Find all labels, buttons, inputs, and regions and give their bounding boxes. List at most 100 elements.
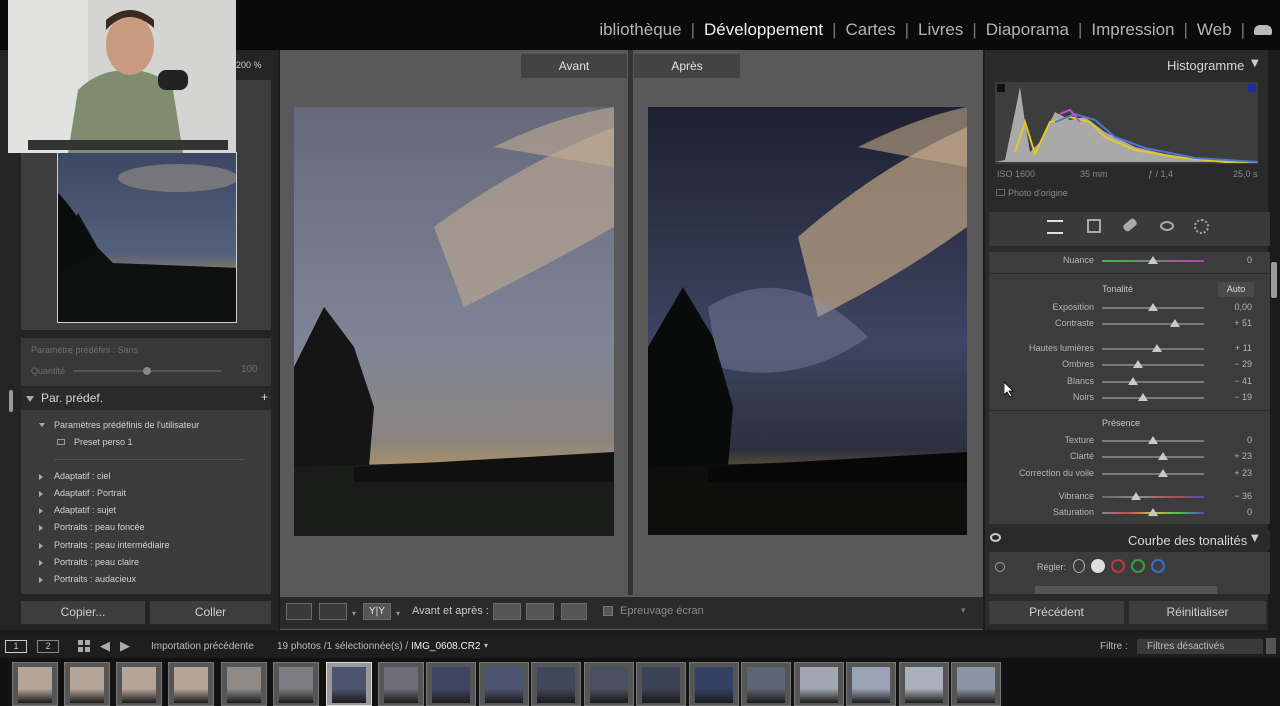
module-slideshow[interactable]: Diaporama [986, 20, 1069, 40]
filmstrip-thumbnail[interactable] [64, 662, 110, 706]
histogram[interactable] [995, 82, 1259, 164]
module-develop[interactable]: Développement [704, 20, 823, 40]
saturation-value[interactable]: 0 [1212, 507, 1252, 517]
filename-dropdown-icon[interactable]: ▾ [484, 641, 488, 650]
paste-button[interactable]: Coller [150, 601, 271, 624]
toolbar-menu-icon[interactable]: ▾ [961, 606, 966, 616]
filmstrip-thumbnail[interactable] [899, 662, 949, 706]
whites-slider[interactable] [1102, 381, 1204, 383]
collapse-triangle-icon[interactable]: ▼ [1251, 533, 1259, 544]
texture-slider-thumb[interactable] [1148, 436, 1158, 444]
preset-group[interactable]: Portraits : audacieux [54, 574, 136, 584]
crop-icon[interactable] [1087, 219, 1101, 233]
source-label[interactable]: Importation précédente [151, 641, 254, 652]
main-window-button[interactable]: 1 [5, 640, 27, 653]
preset-group-user[interactable]: Paramètres prédéfinis de l'utilisateur [54, 420, 199, 430]
filmstrip-thumbnail[interactable] [221, 662, 267, 706]
before-after-view-button[interactable]: Y|Y [363, 603, 391, 620]
reset-button[interactable]: Réinitialiser [1129, 601, 1266, 624]
swap-before-after-icon[interactable] [561, 603, 587, 620]
filmstrip-thumbnail[interactable] [636, 662, 686, 706]
grid-view-icon[interactable] [78, 640, 90, 652]
auto-button[interactable]: Auto [1218, 282, 1254, 297]
collapsed-triangle-icon[interactable] [39, 474, 43, 480]
blacks-slider-thumb[interactable] [1137, 393, 1148, 401]
dehaze-slider-thumb[interactable] [1158, 469, 1169, 477]
collapsed-triangle-icon[interactable] [39, 577, 43, 583]
original-photo-checkbox[interactable] [996, 189, 1005, 196]
filmstrip-thumbnail[interactable] [951, 662, 1001, 706]
contrast-value[interactable]: + 51 [1212, 318, 1252, 328]
copy-button[interactable]: Copier... [21, 601, 145, 624]
preset-group[interactable]: Portraits : peau foncée [54, 522, 145, 532]
preset-group[interactable]: Adaptatif : sujet [54, 505, 116, 515]
whites-value[interactable]: − 41 [1212, 376, 1252, 386]
parametric-curve-icon[interactable] [1073, 559, 1085, 573]
filmstrip-thumbnail[interactable] [116, 662, 162, 706]
preset-group[interactable]: Portraits : peau intermédiaire [54, 540, 170, 550]
collapsed-triangle-icon[interactable] [39, 560, 43, 566]
filmstrip-thumbnail[interactable] [378, 662, 424, 706]
highlights-slider-thumb[interactable] [1152, 344, 1163, 352]
left-panel-scrollbar[interactable] [9, 390, 13, 412]
module-print[interactable]: Impression [1091, 20, 1174, 40]
texture-value[interactable]: 0 [1212, 435, 1252, 445]
dehaze-slider[interactable] [1102, 473, 1204, 475]
target-adjust-icon[interactable] [995, 562, 1005, 572]
soft-proof-checkbox[interactable] [603, 606, 613, 616]
filmstrip-thumbnail[interactable] [584, 662, 634, 706]
ba-dropdown-icon[interactable]: ▾ [396, 609, 400, 618]
collapsed-triangle-icon[interactable] [39, 508, 43, 514]
healing-icon[interactable] [1122, 217, 1138, 233]
module-book[interactable]: Livres [918, 20, 963, 40]
shadows-slider[interactable] [1102, 364, 1204, 366]
clarity-slider[interactable] [1102, 456, 1204, 458]
exposure-slider-thumb[interactable] [1148, 303, 1158, 311]
navigator-preview[interactable] [57, 152, 237, 323]
vibrance-slider-thumb[interactable] [1130, 492, 1141, 500]
filmstrip-thumbnail[interactable] [689, 662, 739, 706]
previous-button[interactable]: Précédent [989, 601, 1124, 624]
preset-group[interactable]: Adaptatif : ciel [54, 471, 111, 481]
red-eye-icon[interactable] [1160, 221, 1174, 231]
filmstrip-thumbnail[interactable] [273, 662, 319, 706]
green-channel-icon[interactable] [1131, 559, 1145, 573]
masking-icon[interactable] [1194, 219, 1209, 234]
loupe-view-button[interactable] [286, 603, 312, 620]
filmstrip-thumbnail[interactable] [168, 662, 214, 706]
filename[interactable]: IMG_0608.CR2 [411, 641, 480, 652]
tint-slider-thumb[interactable] [1148, 256, 1158, 264]
contrast-slider-thumb[interactable] [1170, 319, 1181, 327]
copy-after-to-before-icon[interactable] [526, 603, 554, 620]
preset-item-user[interactable]: Preset perso 1 [74, 437, 133, 447]
copy-before-to-after-icon[interactable] [493, 603, 521, 620]
tone-curve-title[interactable]: Courbe des tonalités [1128, 533, 1247, 548]
clarity-slider-thumb[interactable] [1158, 452, 1169, 460]
module-map[interactable]: Cartes [846, 20, 896, 40]
exposure-value[interactable]: 0,00 [1212, 302, 1252, 312]
back-arrow-icon[interactable]: ◀ [100, 638, 110, 654]
tint-value[interactable]: 0 [1212, 255, 1252, 265]
cloud-icon[interactable] [1254, 25, 1272, 35]
view-dropdown-icon[interactable]: ▾ [352, 609, 356, 618]
blacks-value[interactable]: − 19 [1212, 392, 1252, 402]
presets-panel-header[interactable]: Par. prédef. + [21, 388, 271, 410]
filmstrip-thumbnail[interactable] [794, 662, 844, 706]
blacks-slider[interactable] [1102, 397, 1204, 399]
point-curve-white-icon[interactable] [1091, 559, 1105, 573]
filter-select[interactable]: Filtres désactivés [1137, 639, 1263, 654]
blue-channel-icon[interactable] [1151, 559, 1165, 573]
shadow-clipping-icon[interactable] [997, 84, 1005, 92]
second-window-button[interactable]: 2 [37, 640, 59, 653]
red-channel-icon[interactable] [1111, 559, 1125, 573]
contrast-slider[interactable] [1102, 323, 1204, 325]
module-web[interactable]: Web [1197, 20, 1232, 40]
vibrance-value[interactable]: − 36 [1212, 491, 1252, 501]
right-panel-scrollbar[interactable] [1271, 262, 1277, 298]
preset-group[interactable]: Portraits : peau claire [54, 557, 139, 567]
add-preset-icon[interactable]: + [261, 390, 268, 404]
filmstrip-thumbnail[interactable] [741, 662, 791, 706]
vibrance-slider[interactable] [1102, 496, 1204, 498]
edit-sliders-icon[interactable] [1047, 220, 1063, 234]
photo-before[interactable] [294, 107, 614, 536]
